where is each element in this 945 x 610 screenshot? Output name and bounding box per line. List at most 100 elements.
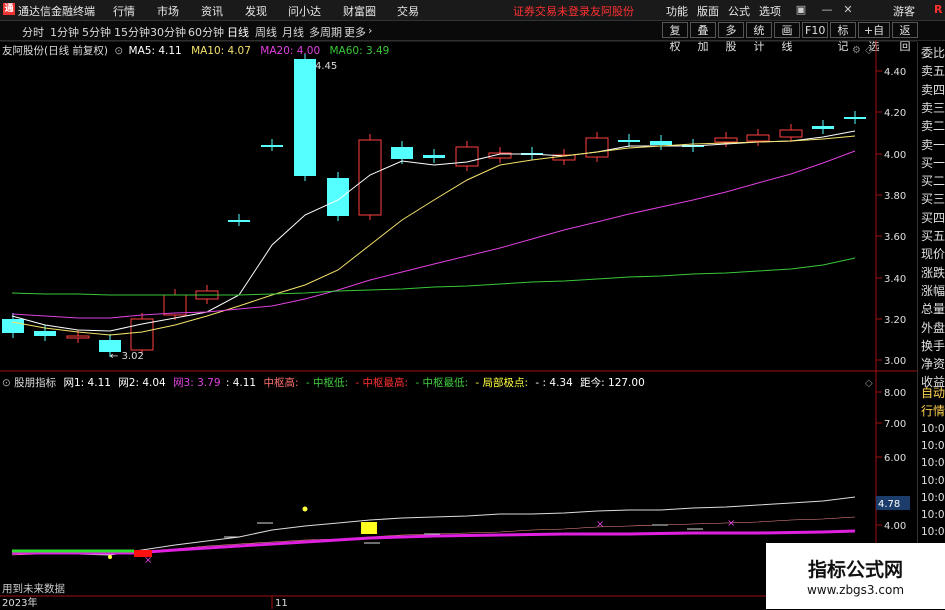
guest-label[interactable]: 游客	[893, 3, 915, 19]
quote-field-label: 卖二	[921, 119, 945, 134]
chart-expand-icon: ◇	[865, 45, 873, 56]
candle-up	[779, 129, 803, 138]
watermark-overlay: 指标公式网 www.zbgs3.com	[766, 543, 945, 609]
low-price-label: ← 3.02	[110, 351, 144, 362]
candle-down	[391, 147, 413, 159]
ind-cross-mark: ×	[144, 555, 152, 566]
btn-f10[interactable]: F10	[802, 22, 828, 38]
period-daily[interactable]: 日线	[227, 24, 249, 40]
btn-fuquan[interactable]: 复权	[662, 22, 688, 53]
ma-toggle-icon[interactable]: ⊙	[114, 45, 123, 57]
quote-field-label: 卖五	[921, 64, 945, 79]
period-monthly[interactable]: 月线	[282, 24, 304, 40]
quote-field-label: 卖四	[921, 82, 945, 97]
btn-huaxian[interactable]: 画线	[774, 22, 800, 53]
price-tick-label: 4.20	[884, 108, 906, 119]
quote-field-label: 外盘	[921, 320, 945, 335]
indicator-tick-label: 8.00	[884, 388, 906, 399]
x-label-year: 2023年	[2, 596, 37, 609]
candle-up	[163, 294, 187, 316]
low-price-value: 3.02	[122, 351, 144, 362]
quote-field-label: 买五	[921, 229, 945, 243]
auto-quote-label[interactable]: 行情	[921, 402, 945, 420]
main-chart-title[interactable]: 友阿股份(日线 前复权)	[2, 45, 108, 57]
candle-up	[585, 137, 609, 158]
restore-icon[interactable]: ▣	[792, 2, 810, 17]
candle-up	[358, 139, 382, 216]
ind-distance: 距今: 127.00	[580, 377, 645, 389]
login-notice[interactable]: 证券交易未登录	[513, 3, 590, 19]
price-tick-label: 3.20	[884, 315, 906, 326]
period-weekly[interactable]: 周线	[255, 24, 277, 40]
ma20-label: MA20: 4.00	[260, 45, 321, 57]
period-multi[interactable]: 多周期	[309, 24, 342, 40]
period-60min[interactable]: 60分钟	[188, 24, 224, 40]
candle-down	[228, 220, 250, 222]
indicator-info: ⊙ 股朋指标 网1: 4.11 网2: 4.04 网3: 3.79 : 4.11…	[2, 375, 645, 390]
period-toolbar: 分时 1分钟 5分钟 15分钟 30分钟 60分钟 日线 周线 月线 多周期 更…	[0, 21, 945, 53]
candle-down	[34, 331, 56, 336]
period-fenshi[interactable]: 分时	[22, 24, 44, 40]
price-tick-label: 3.40	[884, 274, 906, 285]
menu-caifuquan[interactable]: 财富圈	[343, 3, 376, 19]
quote-field-label: 现价	[921, 247, 945, 262]
price-tick-label: 4.40	[884, 67, 906, 78]
candle-up	[746, 134, 770, 142]
btn-duogu[interactable]: 多股	[718, 22, 744, 53]
btn-diejia[interactable]: 叠加	[690, 22, 716, 53]
chart-settings-icon: ⚙	[852, 45, 861, 56]
menu-gongshi[interactable]: 公式	[728, 3, 750, 19]
candle-down	[2, 319, 24, 333]
menu-wenxiaoda[interactable]: 问小达	[288, 3, 321, 19]
menu-zixun[interactable]: 资讯	[201, 3, 223, 19]
indicator-current-value: 4.78	[878, 499, 900, 510]
chart-canvas[interactable]: 4.40 4.20 4.00 3.80 3.60 3.40 3.20 3.00 8.00 7.0…	[0, 40, 917, 609]
watermark-url: www.zbgs3.com	[806, 583, 905, 597]
period-more[interactable]: 更多	[344, 24, 366, 40]
minimize-icon[interactable]: —	[818, 2, 836, 17]
indicator-tick-label: 6.00	[884, 453, 906, 464]
menu-gongneng[interactable]: 功能	[666, 3, 688, 19]
period-1min[interactable]: 1分钟	[50, 24, 79, 40]
btn-biaoji[interactable]: 标记	[830, 22, 856, 53]
btn-tongji[interactable]: 统计	[746, 22, 772, 53]
menu-shichang[interactable]: 市场	[157, 3, 179, 19]
trade-time: 10:03	[921, 474, 945, 487]
quote-field-label: 买三	[921, 192, 945, 207]
quote-field-label: 净资	[921, 357, 945, 372]
candle-up	[714, 137, 738, 143]
menu-banmian[interactable]: 版面	[697, 3, 719, 19]
indicator-toggle-icon[interactable]: ⊙	[2, 377, 11, 389]
period-5min[interactable]: 5分钟	[82, 24, 111, 40]
indicator-name[interactable]: 股朋指标	[14, 377, 56, 389]
btn-back[interactable]: 返回	[892, 22, 918, 53]
trade-time: 10:03	[921, 509, 945, 521]
ma-line	[11, 257, 856, 296]
period-30min[interactable]: 30分钟	[150, 24, 186, 40]
candle-down	[812, 126, 834, 129]
close-icon[interactable]: ✕	[839, 2, 857, 17]
candle-down	[327, 178, 349, 216]
btn-add-favorite[interactable]: +自选	[858, 22, 890, 53]
ind-wang2: 网2: 4.04	[118, 377, 166, 389]
stock-name-title: 友阿股份	[590, 5, 634, 18]
trade-time: 10:03	[921, 440, 945, 453]
quote-field-label: 买一	[921, 155, 945, 170]
more-chevron-icon[interactable]: ›	[368, 24, 372, 37]
menu-xuanxiang[interactable]: 选项	[759, 3, 781, 19]
main-chart-info: 友阿股份(日线 前复权) ⊙ MA5: 4.11 MA10: 4.07 MA20…	[2, 43, 389, 58]
ma-line	[11, 150, 856, 319]
quote-side-panel: 委比 卖五 卖四 卖三 卖二 卖一 买一 买二 买三 买四 买五 现价 涨跌 涨幅 总量 外盘 换手 净资 收益 自动…	[917, 42, 945, 609]
quote-field-label: 买四	[921, 210, 945, 225]
auto-quote-label[interactable]: 自动	[921, 384, 945, 402]
menu-faxian[interactable]: 发现	[245, 3, 267, 19]
candle-down	[618, 140, 640, 142]
ind-yellow-dot	[108, 555, 112, 559]
ind-cross-mark: ×	[596, 519, 604, 530]
menu-hangqing[interactable]: 行情	[113, 3, 135, 19]
ind-wang3: 网3: 3.79	[173, 377, 221, 389]
menu-jiaoyi[interactable]: 交易	[397, 3, 419, 19]
high-price-label: 4.45	[315, 61, 337, 72]
quote-field-label: 总量	[921, 302, 945, 317]
period-15min[interactable]: 15分钟	[114, 24, 150, 40]
